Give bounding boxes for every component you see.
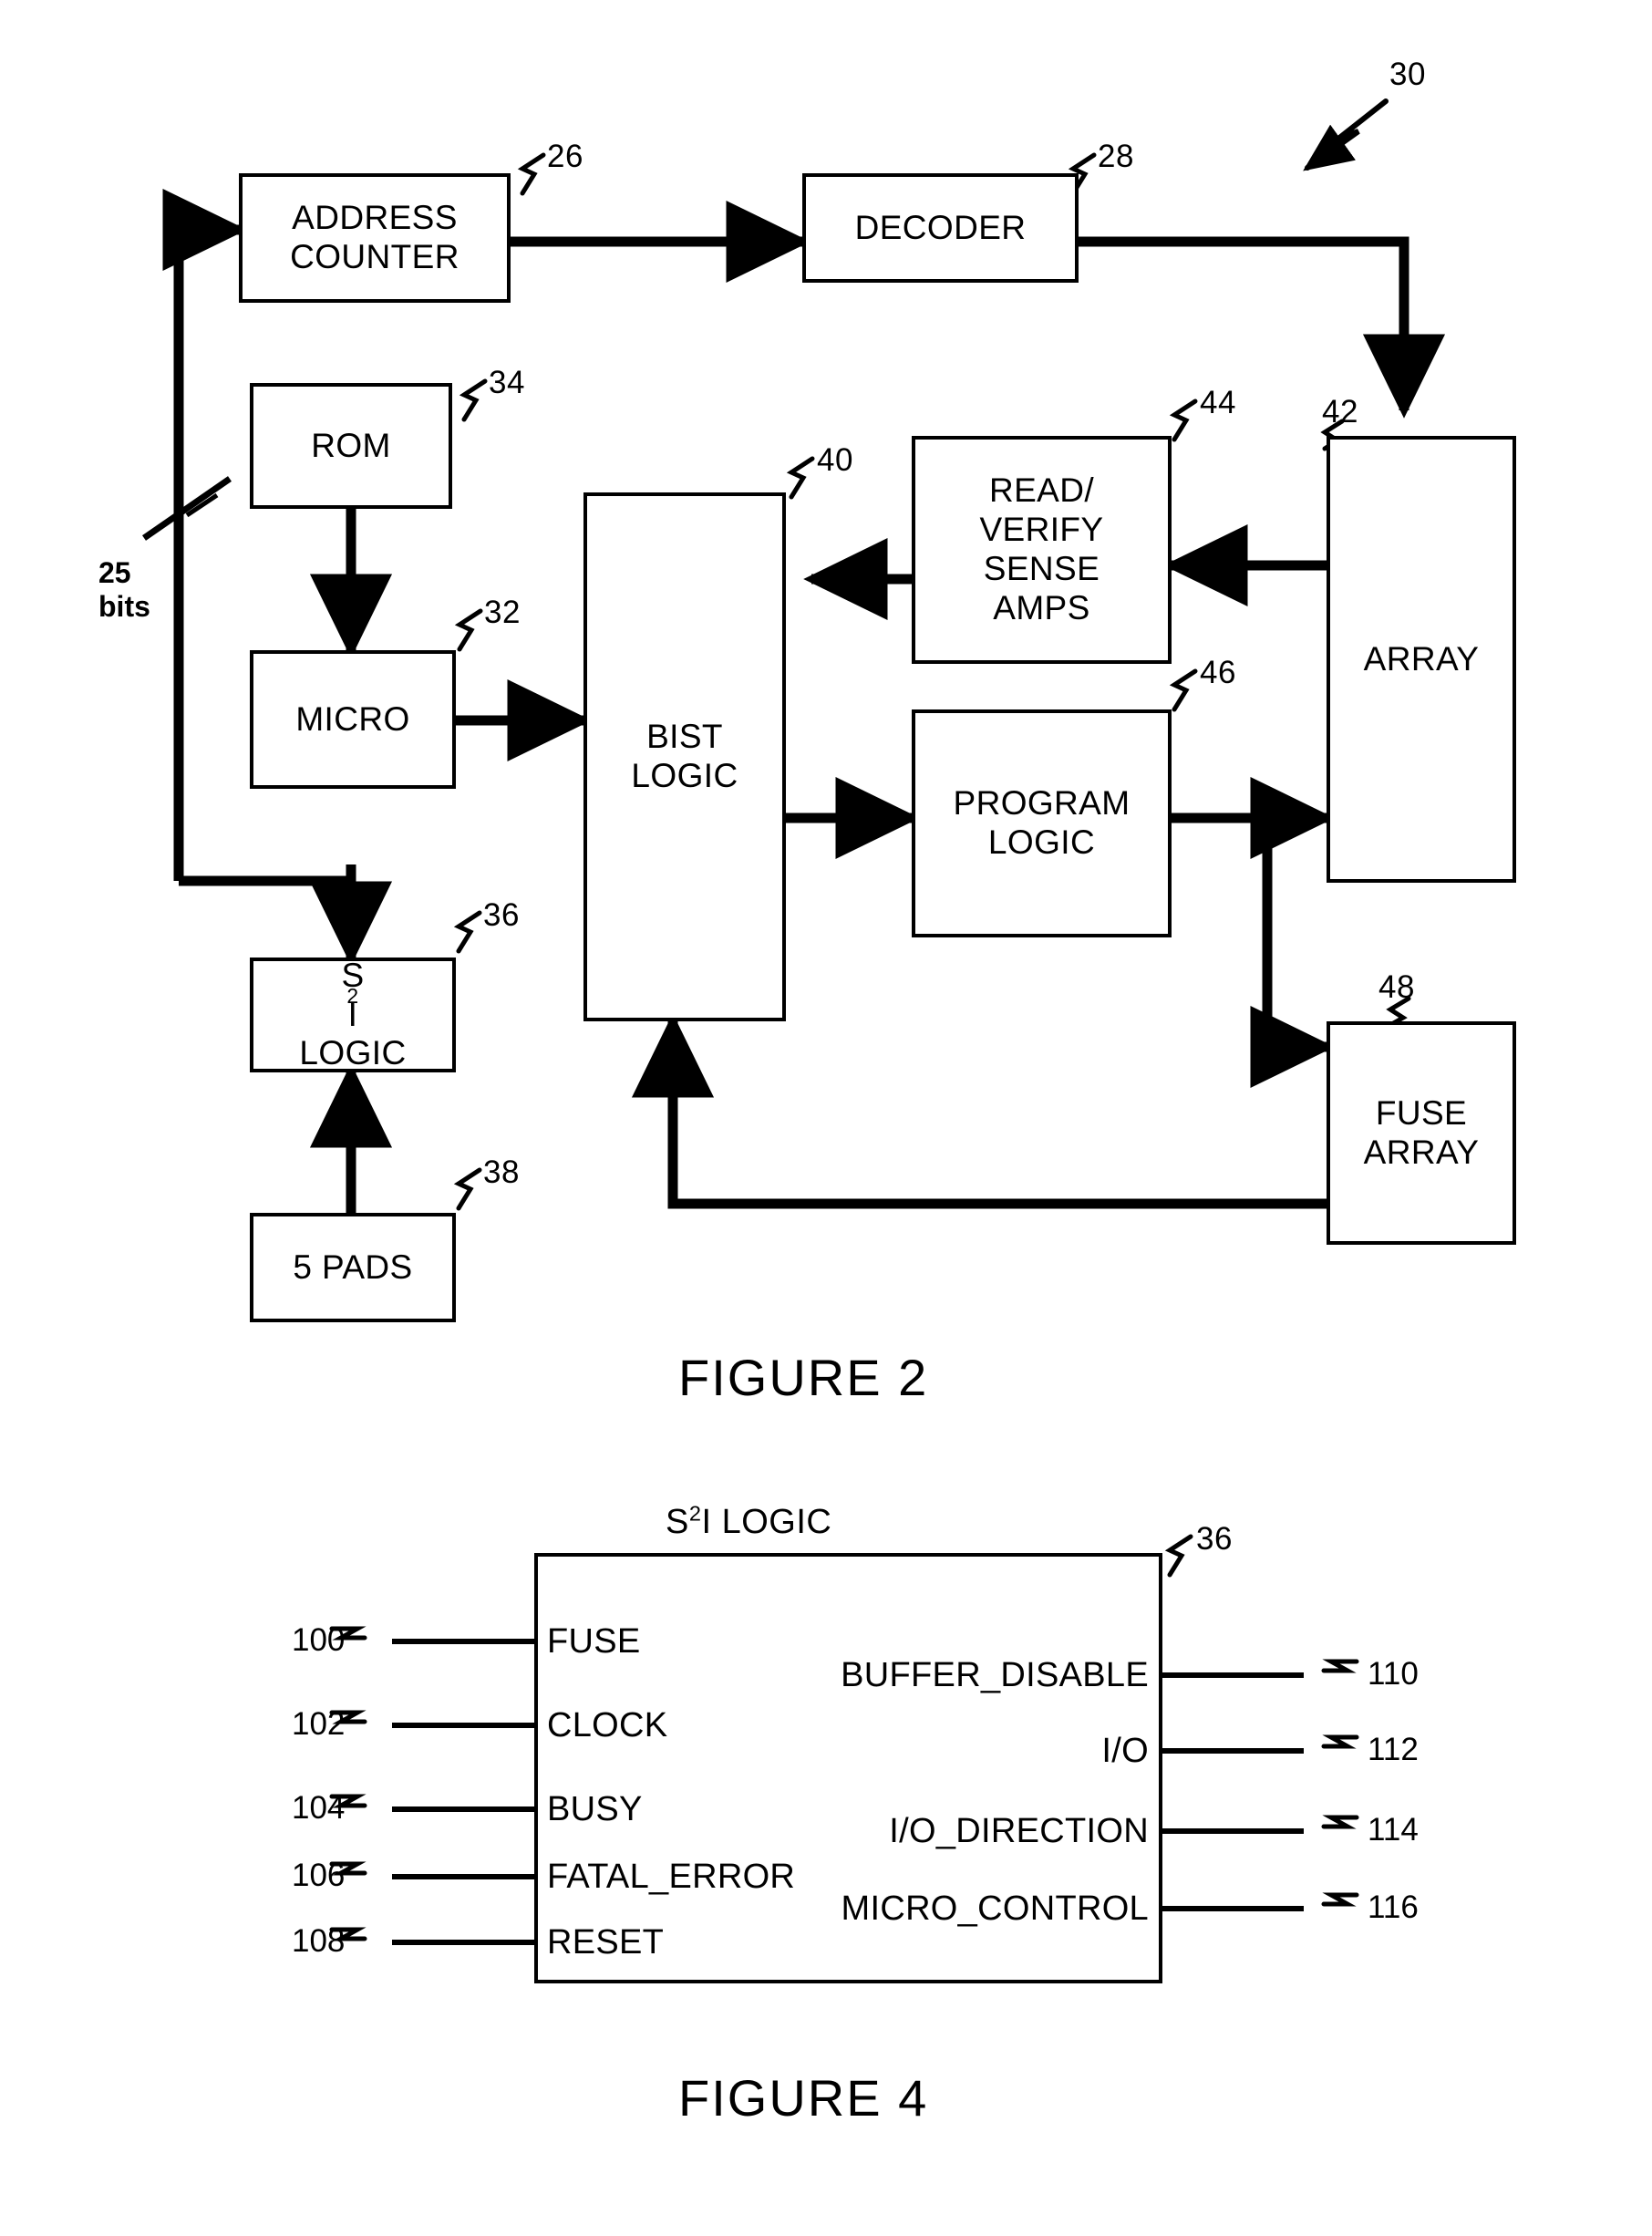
fig4-output-wires [1162,1672,1304,1911]
ref-numeral-36: 36 [483,897,520,933]
sense-amps-label-line2: VERIFY [979,511,1104,549]
array-label: ARRAY [1363,639,1480,678]
pin-ref-114: 114 [1368,1812,1419,1848]
block-fuse-array: FUSE ARRAY [1327,1021,1516,1245]
pin-ref-104: 104 [292,1790,346,1826]
block-sense-amps: READ/ VERIFY SENSE AMPS [912,436,1172,664]
sense-amps-label-line1: READ/ [988,471,1095,510]
figure-4-caption: FIGURE 4 [678,2069,929,2127]
ref-leaders-fig2 [453,152,1198,1211]
block-micro: MICRO [250,650,456,789]
pin-ref-116: 116 [1368,1889,1419,1925]
ref-numeral-28: 28 [1098,139,1134,174]
block-5-pads: 5 PADS [250,1213,456,1322]
block-decoder: DECODER [802,173,1079,283]
pin-label-busy: BUSY [547,1790,643,1828]
ref-numeral-40: 40 [817,442,853,478]
ref-numeral-32: 32 [484,595,521,630]
bus-width-value: 25 [98,556,131,589]
fig4-output-ref-leaders [1321,1659,1359,1907]
block-array: ARRAY [1327,436,1516,883]
program-logic-label-line2: LOGIC [987,823,1096,861]
fig4-block-ref-leader [1164,1534,1193,1578]
ref-numeral-42: 42 [1322,394,1358,430]
ref-numeral-46: 46 [1200,655,1236,690]
ref-numeral-34: 34 [489,365,525,400]
pin-label-io-direction: I/O_DIRECTION [889,1812,1149,1850]
ref-numeral-26: 26 [547,139,583,174]
s2i-logic-label-line2: LOGIC [299,1034,407,1072]
pin-label-fatal-error: FATAL_ERROR [547,1858,796,1896]
wire-fuse-to-bist [631,1013,1327,1209]
pin-ref-112: 112 [1368,1732,1419,1767]
bist-logic-label-line1: BIST [646,718,723,756]
fuse-array-label-line1: FUSE [1375,1093,1468,1132]
wire-program-right [1172,813,1273,823]
s2i-logic-label-line1: S2I [341,956,365,1033]
block-s2i-logic: S2I LOGIC [250,956,456,1072]
pin-label-reset: RESET [547,1923,665,1962]
fuse-array-label-line2: ARRAY [1363,1133,1480,1171]
bus-width-unit: bits [98,589,150,623]
decoder-label: DECODER [854,208,1027,246]
pin-label-micro-control: MICRO_CONTROL [841,1889,1149,1928]
address-counter-label-line1: ADDRESS [292,199,458,237]
rom-label: ROM [311,426,391,464]
bist-logic-label-line2: LOGIC [631,757,738,794]
pin-ref-108: 108 [292,1923,346,1959]
ref-leader-30 [1303,98,1389,171]
ref-numeral-38: 38 [483,1154,520,1190]
pin-ref-102: 102 [292,1706,346,1742]
pin-ref-110: 110 [1368,1656,1419,1692]
fig4-input-wires [392,1639,534,1945]
pads-label: 5 PADS [293,1247,413,1286]
pin-label-buffer-disable: BUFFER_DISABLE [841,1656,1149,1694]
block-program-logic: PROGRAM LOGIC [912,709,1172,937]
block-bist-logic: BIST LOGIC [583,492,786,1021]
figure-2-caption: FIGURE 2 [678,1349,929,1406]
pin-label-io: I/O [1101,1732,1149,1770]
wire-decoder-to-array [1079,236,1446,419]
ref-numeral-36-fig4: 36 [1196,1521,1233,1557]
figure-4-block-title: S2I LOGIC [666,1501,832,1541]
program-logic-label-line1: PROGRAM [953,784,1131,823]
pin-label-clock: CLOCK [547,1706,668,1744]
patent-drawing-sheet: ADDRESS COUNTER 26 DECODER 28 30 ROM 34 … [0,0,1652,2236]
block-rom: ROM [250,383,452,509]
pin-ref-100: 100 [292,1622,346,1658]
address-counter-label-line2: COUNTER [290,238,459,275]
sense-amps-label-line4: AMPS [993,588,1090,626]
micro-label: MICRO [295,699,410,738]
pin-ref-106: 106 [292,1858,346,1893]
sense-amps-label-line3: SENSE [983,550,1100,587]
block-address-counter: ADDRESS COUNTER [239,173,511,303]
ref-numeral-30: 30 [1389,57,1426,92]
bus-width-slash [142,476,232,541]
pin-label-fuse: FUSE [547,1622,641,1661]
ref-numeral-48: 48 [1378,969,1415,1005]
bus-width-label: 25 bits [98,556,150,624]
ref-numeral-44: 44 [1200,385,1236,420]
